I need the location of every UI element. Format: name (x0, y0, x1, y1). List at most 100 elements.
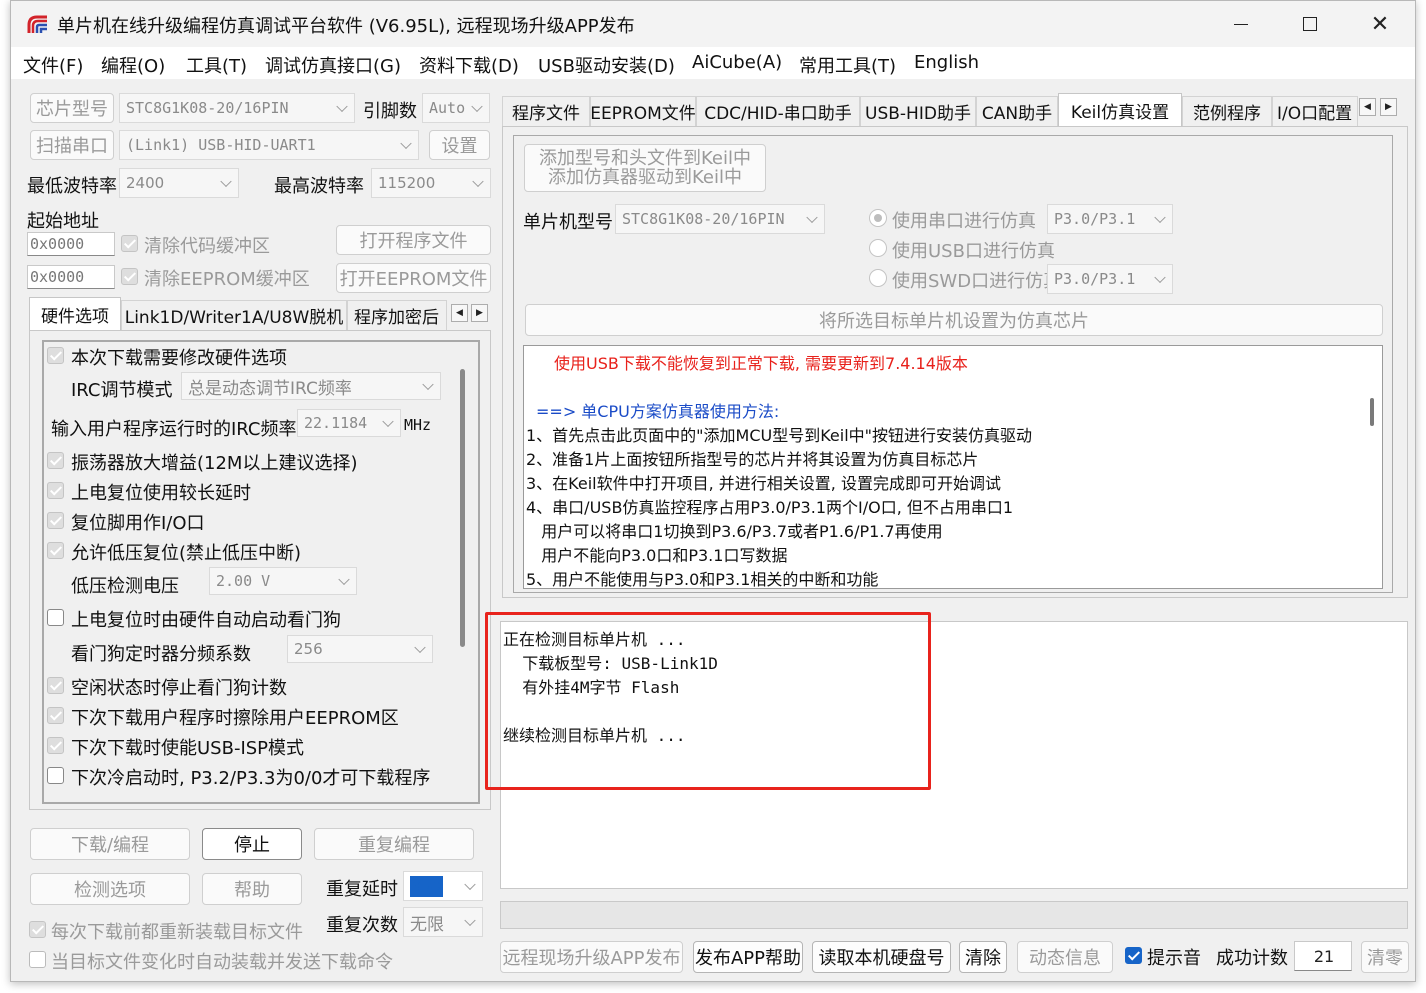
erase-eeprom-checkbox[interactable] (47, 707, 64, 724)
serial-debug-radio[interactable] (869, 209, 887, 227)
tab-can[interactable]: CAN助手 (976, 96, 1058, 126)
menu-aicube[interactable]: AiCube(A) (692, 52, 782, 73)
wdt-prescaler-select[interactable]: 256 (287, 635, 433, 663)
window-title: 单片机在线升级编程仿真调试平台软件 (V6.95L), 远程现场升级APP发布 (57, 16, 635, 37)
lv-detect-select[interactable]: 2.00 V (209, 567, 357, 595)
tab-offline-writer[interactable]: Link1D/Writer1A/U8W脱机 (121, 300, 347, 330)
menu-english[interactable]: English (914, 52, 979, 73)
reset-pin-io-label: 复位脚用作I/O口 (71, 513, 205, 534)
tab-scroll-left-icon[interactable]: ◀ (451, 304, 468, 322)
menu-download[interactable]: 资料下载(D) (419, 52, 519, 78)
chevron-down-icon (464, 914, 476, 927)
add-to-keil-button[interactable]: 添加型号和头文件到Keil中 添加仿真器驱动到Keil中 (524, 144, 766, 192)
beep-label: 提示音 (1147, 948, 1201, 969)
minimize-button[interactable] (1206, 1, 1276, 47)
help-button[interactable]: 帮助 (202, 873, 302, 905)
maximize-button[interactable] (1275, 1, 1345, 47)
tab-usb-hid[interactable]: USB-HID助手 (860, 96, 976, 126)
usage-scrollbar[interactable] (1370, 398, 1374, 426)
tab-hardware-options[interactable]: 硬件选项 (29, 297, 121, 330)
chip-model-button[interactable]: 芯片型号 (30, 93, 114, 123)
tab-eeprom-file[interactable]: EEPROM文件 (590, 96, 696, 126)
long-reset-delay-checkbox[interactable] (47, 482, 64, 499)
cold-start-p32-checkbox[interactable] (47, 767, 64, 784)
irc-freq-select[interactable]: 22.1184 (297, 409, 401, 437)
reset-count-button[interactable]: 清零 (1361, 941, 1409, 973)
read-disk-id-button[interactable]: 读取本机硬盘号 (812, 941, 951, 973)
hw-watchdog-checkbox[interactable] (47, 609, 64, 626)
pins-select[interactable]: Auto (422, 93, 490, 123)
app-logo-icon (27, 15, 47, 33)
swd-debug-port-select[interactable]: P3.0/P3.1 (1047, 264, 1173, 294)
menu-file[interactable]: 文件(F) (23, 52, 83, 78)
usb-isp-checkbox[interactable] (47, 737, 64, 754)
eeprom-start-address-input[interactable]: 0x0000 (27, 265, 115, 289)
reload-each-checkbox[interactable] (29, 921, 46, 938)
beep-checkbox[interactable] (1125, 947, 1142, 964)
code-start-address-input[interactable]: 0x0000 (27, 232, 115, 256)
usb-debug-label: 使用USB口进行仿真 (892, 241, 1055, 262)
tab-keil-settings[interactable]: Keil仿真设置 (1058, 93, 1182, 126)
tab-scroll-right-icon[interactable]: ▶ (1380, 98, 1397, 116)
tab-examples[interactable]: 范例程序 (1182, 96, 1272, 126)
usage-title-text: ==> 单CPU方案仿真器使用方法: (536, 402, 780, 421)
stop-button[interactable]: 停止 (202, 828, 302, 860)
clear-log-button[interactable]: 清除 (959, 941, 1007, 973)
close-button[interactable]: ✕ (1345, 1, 1415, 47)
port-select[interactable]: (Link1) USB-HID-UART1 (119, 130, 419, 160)
swd-debug-radio[interactable] (869, 269, 887, 287)
reprogram-button[interactable]: 重复编程 (314, 828, 474, 860)
modify-hw-options-checkbox[interactable] (47, 347, 64, 364)
clear-eeprom-checkbox[interactable] (121, 268, 138, 285)
chevron-down-icon (806, 211, 818, 224)
reset-pin-io-checkbox[interactable] (47, 512, 64, 529)
repeat-delay-select[interactable]: 3 秒 (403, 871, 483, 901)
auto-reload-label: 当目标文件变化时自动装载并发送下载命令 (51, 952, 393, 973)
menu-common-tools[interactable]: 常用工具(T) (799, 52, 896, 78)
publish-help-button[interactable]: 发布APP帮助 (693, 941, 803, 973)
min-baud-label: 最低波特率 (27, 176, 117, 197)
tab-program-file[interactable]: 程序文件 (502, 96, 590, 126)
chevron-down-icon (220, 175, 232, 188)
progress-bar (500, 901, 1408, 929)
tab-scroll-left-icon[interactable]: ◀ (1359, 98, 1376, 116)
right-tab-strip: 程序文件 EEPROM文件 CDC/HID-串口助手 USB-HID助手 CAN… (502, 93, 1408, 126)
port-settings-button[interactable]: 设置 (429, 130, 490, 160)
modify-hw-options-label: 本次下载需要修改硬件选项 (71, 348, 287, 369)
mcu-model-select[interactable]: STC8G1K08-20/16PIN (615, 204, 825, 234)
dynamic-info-button[interactable]: 动态信息 (1017, 941, 1113, 973)
serial-debug-label: 使用串口进行仿真 (892, 211, 1036, 232)
open-eeprom-file-button[interactable]: 打开EEPROM文件 (336, 263, 491, 293)
max-baud-select[interactable]: 115200 (371, 168, 491, 198)
erase-eeprom-label: 下次下载用户程序时擦除用户EEPROM区 (71, 708, 399, 729)
tab-io-config[interactable]: I/O口配置 (1272, 96, 1358, 126)
menu-debug-interface[interactable]: 调试仿真接口(G) (265, 52, 401, 78)
tab-encryption[interactable]: 程序加密后 (347, 300, 447, 330)
scan-port-button[interactable]: 扫描串口 (30, 130, 114, 160)
repeat-count-select[interactable]: 无限 (403, 907, 483, 937)
publish-app-button[interactable]: 远程现场升级APP发布 (500, 941, 683, 973)
tab-scroll-right-icon[interactable]: ▶ (471, 304, 488, 322)
clear-eeprom-label: 清除EEPROM缓冲区 (144, 269, 310, 290)
auto-reload-checkbox[interactable] (29, 951, 46, 968)
clear-code-checkbox[interactable] (121, 235, 138, 252)
idle-stop-wdt-checkbox[interactable] (47, 677, 64, 694)
lv-detect-label: 低压检测电压 (71, 576, 179, 597)
open-program-file-button[interactable]: 打开程序文件 (336, 225, 491, 255)
osc-gain-checkbox[interactable] (47, 452, 64, 469)
detect-options-button[interactable]: 检测选项 (30, 873, 190, 905)
chip-model-select[interactable]: STC8G1K08-20/16PIN (119, 93, 355, 123)
serial-debug-port-select[interactable]: P3.0/P3.1 (1047, 204, 1173, 234)
download-program-button[interactable]: 下载/编程 (30, 828, 190, 860)
menu-tools[interactable]: 工具(T) (186, 52, 247, 78)
chevron-down-icon (336, 100, 348, 113)
tab-serial-assistant[interactable]: CDC/HID-串口助手 (696, 96, 860, 126)
usb-debug-radio[interactable] (869, 239, 887, 257)
menu-usb-driver[interactable]: USB驱动安装(D) (538, 52, 675, 78)
set-debug-chip-button[interactable]: 将所选目标单片机设置为仿真芯片 (525, 304, 1383, 336)
irc-mode-select[interactable]: 总是动态调节IRC频率 (181, 372, 441, 400)
low-voltage-reset-checkbox[interactable] (47, 542, 64, 559)
menu-program[interactable]: 编程(O) (101, 52, 165, 78)
list-scrollbar[interactable] (460, 369, 465, 647)
min-baud-select[interactable]: 2400 (119, 168, 239, 198)
